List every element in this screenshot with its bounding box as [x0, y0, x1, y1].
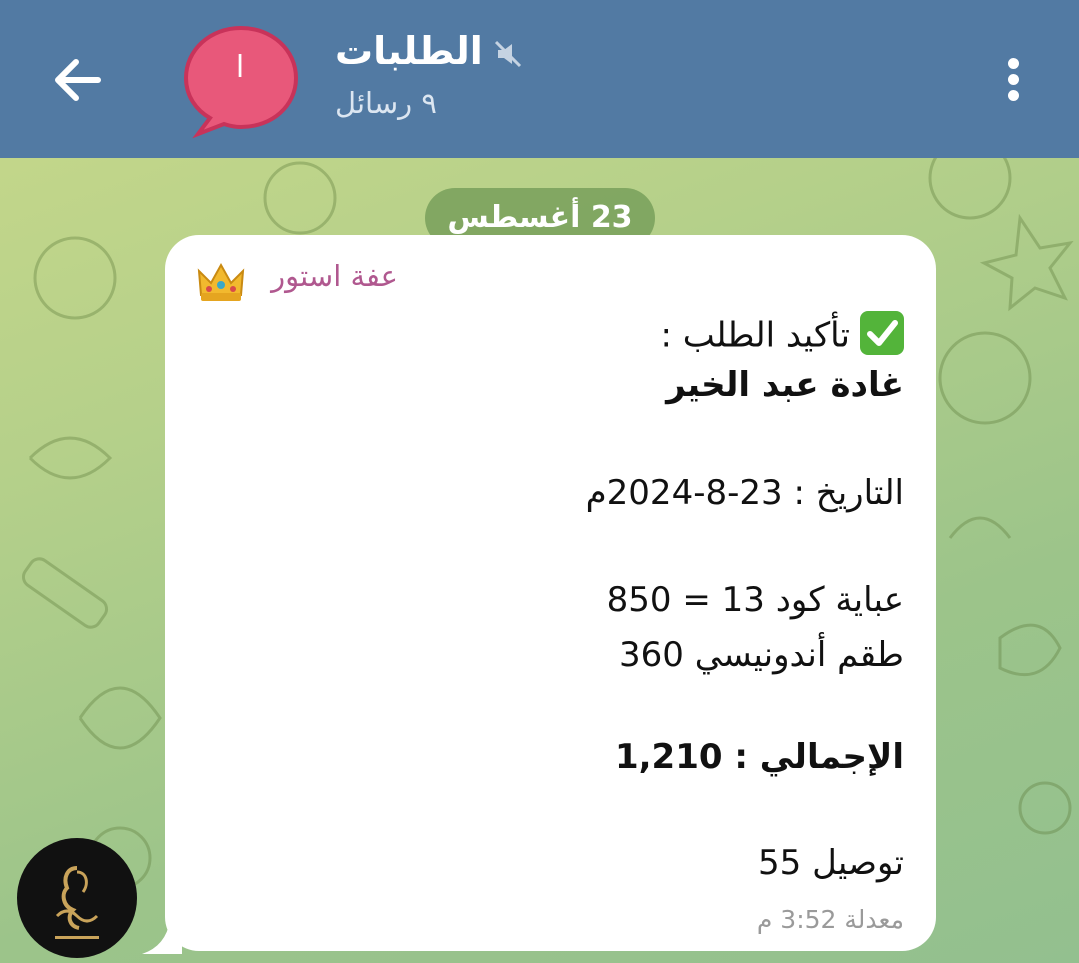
chat-title-row[interactable]: الطلبات — [335, 26, 523, 76]
arrow-left-icon[interactable] — [48, 50, 108, 110]
confirmation-text: تأكيد الطلب : — [660, 315, 850, 356]
chat-title: الطلبات — [335, 29, 483, 73]
edited-label: معدلة — [844, 905, 904, 934]
order-item: طقم أندونيسي 360 — [619, 635, 904, 675]
more-vertical-icon[interactable] — [995, 55, 1031, 107]
message-sender[interactable]: عفة استور — [271, 259, 398, 293]
message-bubble[interactable]: عفة استور تأكيد الطلب : غادة عبد الخير ا… — [165, 235, 936, 951]
check-mark-emoji-icon — [860, 311, 904, 355]
order-item: عباية كود 13 = 850 — [606, 580, 904, 620]
message-line-confirmation: تأكيد الطلب : — [660, 311, 904, 359]
chat-subtitle: ٩ رسائل — [335, 86, 437, 120]
muted-speaker-icon — [494, 40, 521, 68]
chat-avatar[interactable]: ا — [180, 22, 302, 140]
order-total: الإجمالي : 1,210 — [614, 737, 904, 777]
customer-name: غادة عبد الخير — [666, 365, 904, 405]
avatar-letter: ا — [235, 50, 245, 85]
order-date: التاريخ : 23-8-2024م — [585, 473, 904, 513]
chat-header: ا الطلبات ٩ رسائل — [0, 0, 1079, 158]
crown-emoji-icon — [197, 262, 245, 301]
message-meta: معدلة 3:52 م — [757, 905, 904, 934]
message-time: 3:52 م — [756, 905, 837, 934]
sender-avatar-logo[interactable] — [17, 838, 137, 958]
delivery-fee: توصيل 55 — [758, 843, 904, 883]
store-logo-icon — [55, 866, 99, 939]
